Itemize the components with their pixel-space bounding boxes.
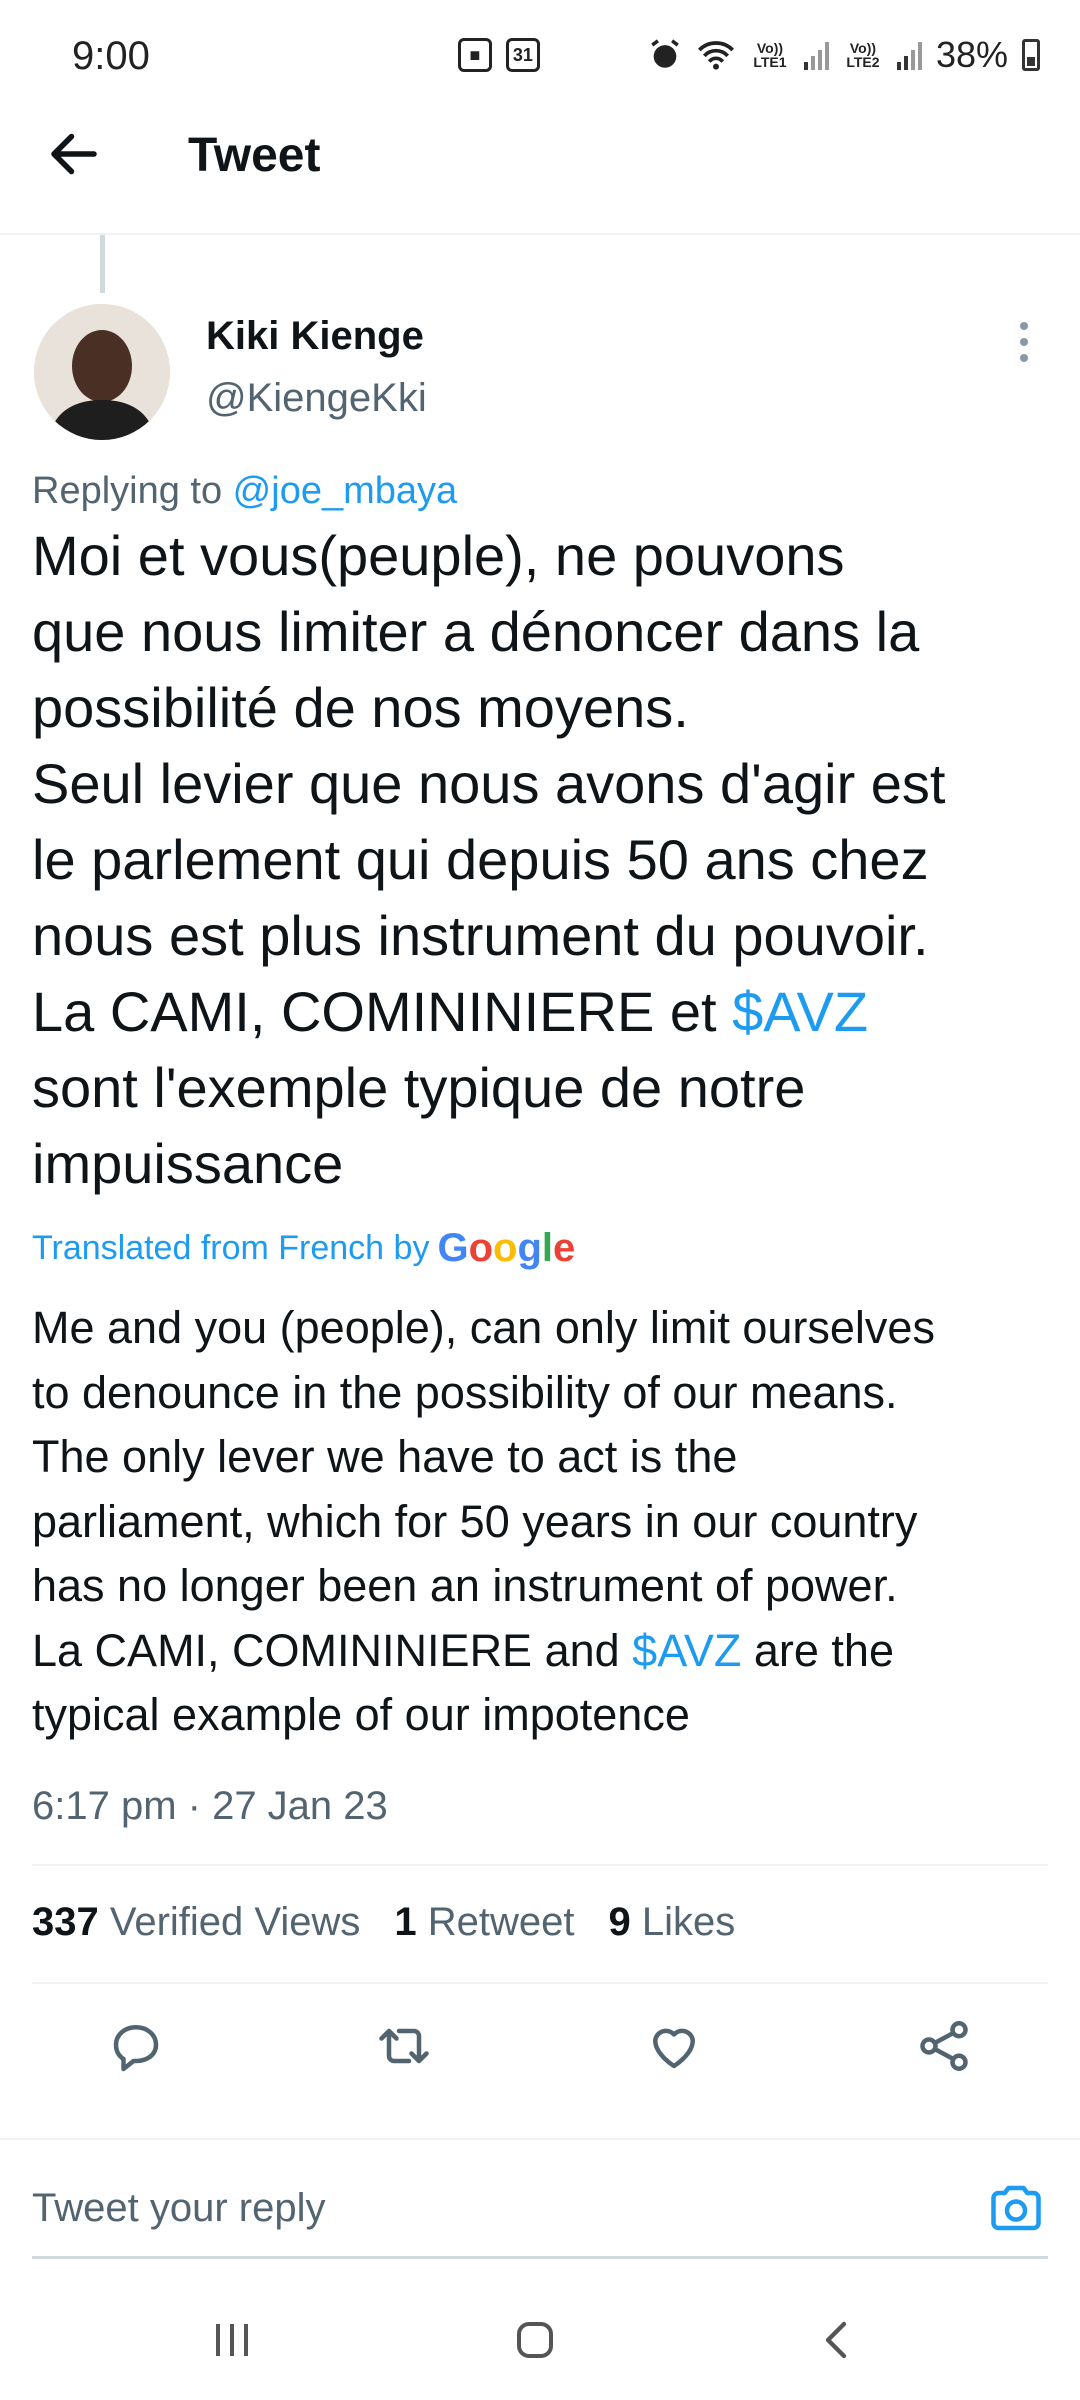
translation-cashtag-link[interactable]: $AVZ [632, 1625, 741, 1676]
divider [32, 1864, 1048, 1866]
back-nav-icon[interactable] [796, 2300, 876, 2380]
retweets-count: 1 [394, 1900, 417, 1944]
views-stat[interactable]: 337 Verified Views [32, 1900, 360, 1945]
tweet-stats: 337 Verified Views 1 Retweet 9 Likes [32, 1900, 735, 1945]
signal-1-icon [803, 40, 829, 70]
translated-label[interactable]: Translated from French by Google [32, 1226, 575, 1271]
thread-line [100, 235, 105, 293]
calendar-icon: 31 [505, 38, 540, 72]
google-logo: Google [437, 1226, 575, 1271]
status-time: 9:00 [72, 34, 150, 78]
home-icon[interactable] [495, 2300, 575, 2380]
tweet-text: Moi et vous(peuple), ne pouvons que nous… [32, 518, 1052, 1202]
likes-stat[interactable]: 9 Likes [609, 1900, 736, 1945]
replying-handle-link[interactable]: @joe_mbaya [233, 470, 457, 512]
tweet-text-part: Moi et vous(peuple), ne pouvons que nous… [32, 524, 946, 1043]
author-name[interactable]: Kiki Kienge [206, 314, 424, 359]
reply-icon[interactable] [106, 2016, 166, 2076]
translation-text: Me and you (people), can only limit ours… [32, 1296, 1062, 1748]
likes-count: 9 [608, 1900, 631, 1944]
more-options-icon[interactable] [1014, 322, 1034, 362]
author-handle[interactable]: @KiengeKki [206, 376, 427, 421]
back-arrow-icon[interactable] [44, 124, 104, 184]
share-icon[interactable] [914, 2016, 974, 2076]
page-title: Tweet [188, 129, 321, 182]
cashtag-link[interactable]: $AVZ [732, 980, 868, 1043]
views-count: 337 [32, 1900, 99, 1944]
retweets-label: Retweet [427, 1900, 575, 1944]
retweets-stat[interactable]: 1 Retweet [394, 1900, 574, 1945]
alarm-icon [651, 39, 679, 68]
battery-icon [1022, 39, 1040, 71]
google-logo-letter: G [437, 1226, 469, 1270]
translated-text: Translated from French by [32, 1229, 430, 1267]
likes-label: Likes [641, 1900, 736, 1944]
views-label: Verified Views [109, 1900, 361, 1944]
wifi-icon [697, 41, 734, 70]
status-icons: ■ 31 Vo)) LTE1 Vo)) LTE2 38% [457, 34, 1040, 76]
replying-to: Replying to @joe_mbaya [32, 470, 457, 513]
translation-part: Me and you (people), can only limit ours… [32, 1302, 935, 1676]
like-icon[interactable] [644, 2016, 704, 2076]
lte1-label: Vo)) LTE1 [753, 40, 787, 70]
signal-2-icon [896, 40, 922, 70]
lte2-label: Vo)) LTE2 [846, 40, 880, 70]
notification-app-icon: ■ [457, 38, 492, 72]
google-logo-letter: g [517, 1226, 542, 1270]
battery-percent: 38% [935, 34, 1008, 75]
google-logo-letter: o [493, 1226, 518, 1270]
avatar[interactable] [34, 304, 170, 440]
retweet-icon[interactable] [374, 2016, 434, 2076]
reply-input[interactable] [32, 2180, 992, 2236]
camera-icon[interactable] [986, 2178, 1046, 2238]
reply-underline [32, 2256, 1048, 2259]
google-logo-letter: o [468, 1226, 494, 1270]
divider [32, 1982, 1048, 1984]
google-logo-letter: e [553, 1226, 576, 1270]
recent-apps-icon[interactable] [192, 2300, 272, 2380]
tweet-text-part: sont l'exemple typique de notre impuissa… [32, 1056, 806, 1195]
replying-prefix: Replying to [32, 470, 233, 512]
google-logo-letter: l [541, 1226, 554, 1270]
divider [0, 2138, 1080, 2140]
tweet-timestamp: 6:17 pm · 27 Jan 23 [32, 1784, 388, 1828]
header-divider [0, 233, 1080, 235]
